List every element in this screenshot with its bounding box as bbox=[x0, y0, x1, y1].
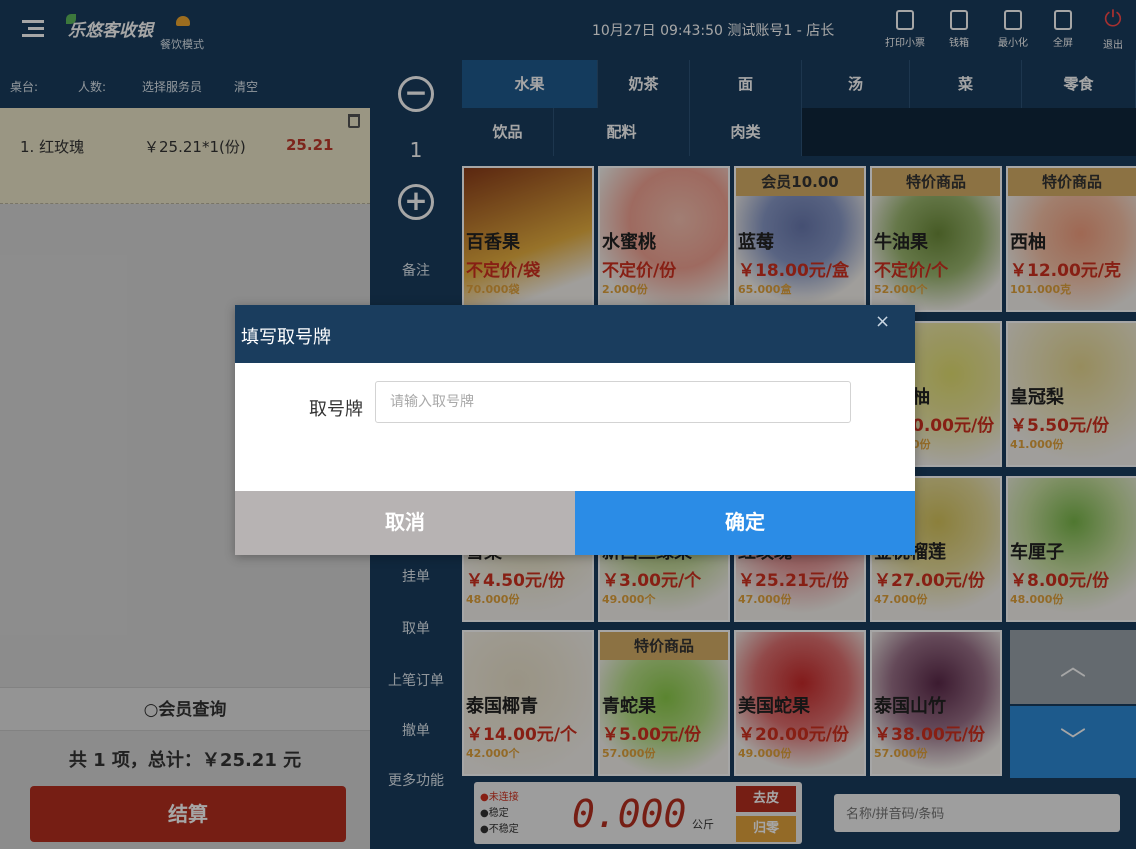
cancel-button[interactable]: 取消 bbox=[235, 491, 575, 555]
confirm-button[interactable]: 确定 bbox=[575, 491, 915, 555]
close-icon[interactable]: × bbox=[875, 311, 890, 332]
dialog-title: 填写取号牌 bbox=[241, 327, 331, 348]
dialog-header: 填写取号牌 × bbox=[235, 305, 915, 363]
ticket-number-input[interactable] bbox=[375, 381, 851, 423]
ticket-number-dialog: 填写取号牌 × 取号牌 取消 确定 bbox=[235, 305, 915, 555]
ticket-number-label: 取号牌 bbox=[309, 399, 363, 420]
